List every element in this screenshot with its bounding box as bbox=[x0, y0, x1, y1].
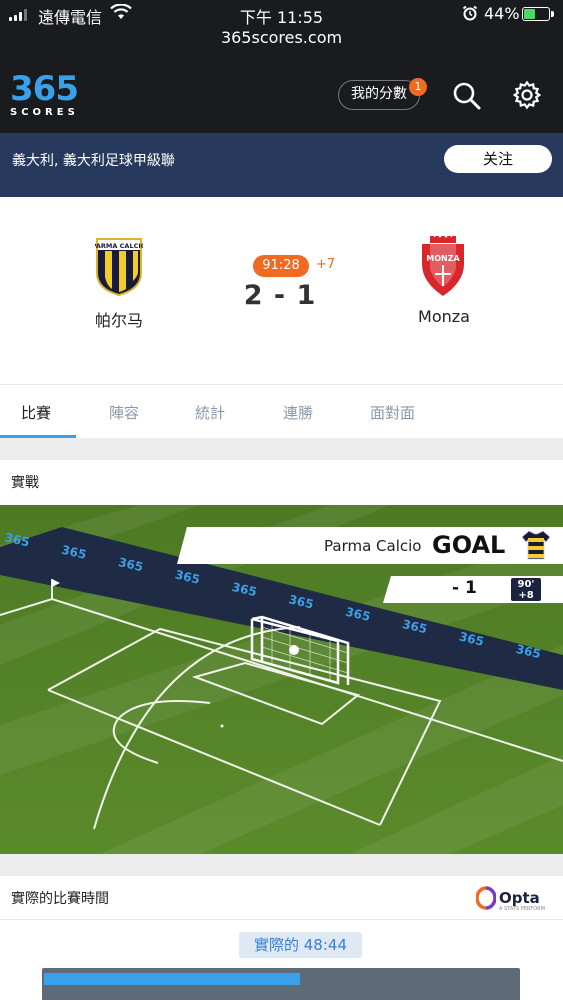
play-time-bar bbox=[42, 968, 520, 1000]
logo-number: 365 bbox=[10, 69, 79, 109]
added-time: +7 bbox=[316, 257, 336, 272]
tab-stats[interactable]: 統計 bbox=[195, 402, 225, 423]
alarm-icon bbox=[462, 5, 478, 25]
status-time: 下午 11:55 bbox=[239, 8, 324, 27]
tab-head-to-head[interactable]: 面對面 bbox=[370, 402, 415, 423]
league-name[interactable]: 義大利, 義大利足球甲級聯 bbox=[12, 150, 175, 170]
actual-play-time: 實際的 48:44 bbox=[239, 932, 362, 958]
url-bar[interactable]: 365scores.com bbox=[0, 28, 563, 47]
away-crest-text: MONZA bbox=[426, 254, 460, 263]
match-tabs: 比賽 陣容 統計 連勝 面對面 bbox=[0, 384, 563, 438]
active-tab-indicator bbox=[0, 435, 76, 438]
opta-logo-icon bbox=[475, 886, 497, 914]
away-team-crest[interactable]: MONZA bbox=[420, 233, 466, 302]
opta-logo-text: Opta bbox=[499, 889, 540, 907]
home-team-crest[interactable]: PARMA CALCIO bbox=[92, 237, 147, 301]
goal-team-name: Parma Calcio bbox=[324, 537, 422, 555]
play-time-title: 實際的比賽時間 bbox=[11, 891, 109, 907]
goal-label: GOAL bbox=[432, 531, 506, 559]
battery-percent: 44% bbox=[484, 4, 520, 23]
play-time-bar-fill bbox=[44, 973, 300, 985]
my-score-button[interactable]: 我的分數 bbox=[338, 80, 420, 110]
notification-badge: 1 bbox=[409, 78, 427, 96]
team-shirt-icon bbox=[521, 529, 551, 565]
follow-button[interactable]: 关注 bbox=[444, 145, 552, 173]
event-minute: 90' bbox=[517, 579, 535, 590]
event-added-time: +8 bbox=[518, 590, 534, 601]
gear-icon[interactable] bbox=[512, 80, 542, 114]
battery-icon bbox=[522, 7, 554, 21]
home-team-name[interactable]: 帕尔马 bbox=[60, 307, 178, 331]
tab-match[interactable]: 比賽 bbox=[21, 402, 51, 423]
match-minute-badge: 91:28 bbox=[253, 255, 309, 277]
home-crest-text: PARMA CALCIO bbox=[95, 242, 143, 250]
app-logo[interactable]: 365 SCORES bbox=[10, 72, 92, 118]
event-score: - 1 bbox=[452, 578, 477, 598]
status-bar: 遠傳電信 下午 11:55 44% bbox=[0, 0, 563, 28]
live-section-title: 實戰 bbox=[11, 475, 39, 491]
live-section-header: 實戰 bbox=[0, 460, 563, 505]
away-team-name[interactable]: Monza bbox=[384, 307, 504, 326]
search-icon[interactable] bbox=[452, 81, 482, 115]
top-bar: 遠傳電信 下午 11:55 44% 365scores.com 365 SCOR… bbox=[0, 0, 563, 133]
tab-streaks[interactable]: 連勝 bbox=[283, 402, 313, 423]
match-score: 2 - 1 bbox=[243, 280, 317, 311]
opta-logo-subtext: A STATS PERFORM bbox=[499, 906, 545, 912]
tab-lineups[interactable]: 陣容 bbox=[109, 402, 139, 423]
logo-word: SCORES bbox=[10, 107, 79, 118]
event-minute-tag: 90' +8 bbox=[511, 578, 541, 601]
